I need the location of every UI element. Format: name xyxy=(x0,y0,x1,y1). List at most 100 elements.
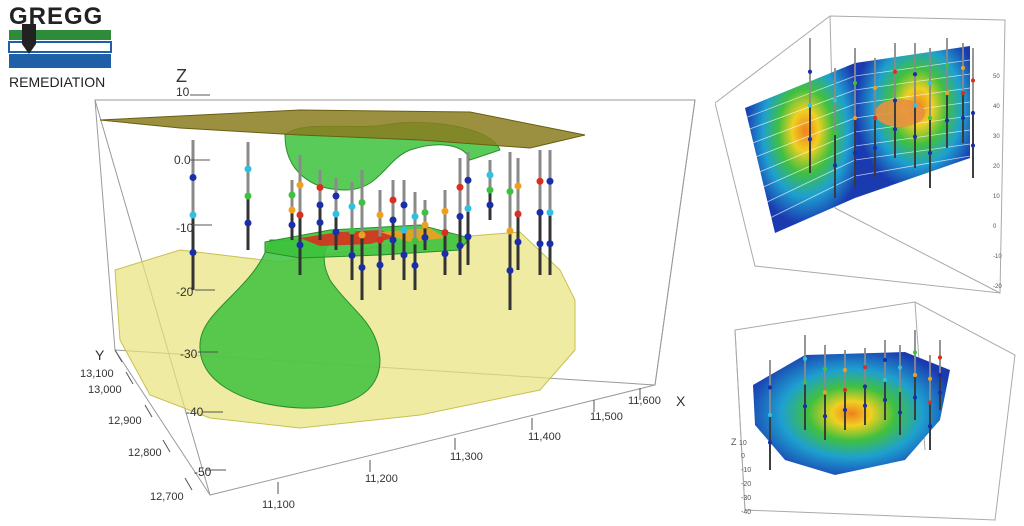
sample-point xyxy=(852,150,858,156)
sample-point xyxy=(927,150,933,156)
sample-point xyxy=(358,199,366,206)
sample-point xyxy=(486,201,494,209)
sample-point xyxy=(960,115,966,121)
sample-point xyxy=(872,115,878,121)
sample-point xyxy=(421,221,429,229)
sample-point xyxy=(842,367,848,373)
sample-point xyxy=(421,234,429,241)
sample-point xyxy=(506,267,514,274)
br-tick-5: -30 xyxy=(741,495,751,502)
sample-point xyxy=(514,210,522,218)
x-tick-5: 11,500 xyxy=(590,411,623,423)
sample-point xyxy=(400,226,408,234)
sample-point xyxy=(872,85,878,91)
sample-point xyxy=(332,210,340,218)
x-tick-6: 11,600 xyxy=(628,395,661,407)
sample-point xyxy=(852,80,858,86)
z-tick-1: 10 xyxy=(176,85,190,99)
sample-point xyxy=(944,90,950,96)
sample-point xyxy=(897,387,903,393)
sample-point xyxy=(456,213,464,220)
sample-point xyxy=(244,165,252,173)
sample-point xyxy=(348,252,356,259)
plan-surface-view: Z 10 0 -10 -20 -30 -40 xyxy=(731,301,1016,521)
sample-point xyxy=(832,163,838,168)
y-tick-4: 12,800 xyxy=(128,447,162,459)
x-tick-4: 11,400 xyxy=(528,431,561,443)
sample-point xyxy=(316,219,324,226)
sample-point xyxy=(189,211,197,219)
sample-point xyxy=(536,209,544,216)
sample-point xyxy=(389,196,397,204)
sample-point xyxy=(421,209,429,216)
sample-point xyxy=(937,390,943,395)
sample-point xyxy=(937,372,943,378)
sample-point xyxy=(912,395,918,400)
sample-point xyxy=(970,110,976,116)
sample-point xyxy=(832,98,838,103)
sample-point xyxy=(376,236,384,244)
tr-tick-2: -10 xyxy=(993,254,1002,260)
sample-point xyxy=(288,191,296,199)
z-tick-4: -20 xyxy=(176,285,194,299)
z-tick-6: -40 xyxy=(186,405,204,419)
z-tick-2: 0.0 xyxy=(174,153,191,167)
sample-point xyxy=(970,143,976,148)
sample-point xyxy=(912,134,918,139)
sample-point xyxy=(822,390,828,395)
x-tick-1: 11,100 xyxy=(262,499,295,511)
sample-point xyxy=(441,229,449,236)
sample-point xyxy=(546,209,554,216)
sample-point xyxy=(189,249,197,256)
sample-point xyxy=(456,183,464,191)
sample-point xyxy=(546,240,554,248)
tr-tick-8: 50 xyxy=(993,74,1000,80)
sample-point xyxy=(189,174,197,181)
br-tick-4: -20 xyxy=(741,481,751,488)
sample-point xyxy=(546,177,554,185)
sample-point xyxy=(862,403,868,408)
sample-point xyxy=(832,130,838,136)
sample-point xyxy=(852,115,858,121)
y-tick-2: 13,000 xyxy=(88,384,122,396)
tr-tick-3: 0 xyxy=(993,224,997,230)
y-axis-label: Y xyxy=(95,347,105,363)
sample-point xyxy=(842,387,848,393)
z-tick-7: -50 xyxy=(194,465,212,479)
sample-point xyxy=(944,118,950,123)
sample-point xyxy=(882,397,888,403)
sample-point xyxy=(332,228,340,236)
sample-point xyxy=(506,188,514,195)
sample-point xyxy=(296,211,304,219)
sample-point xyxy=(400,201,408,209)
sample-point xyxy=(897,410,903,415)
y-tick-5: 12,700 xyxy=(150,491,184,503)
br-tick-2: 0 xyxy=(741,453,745,460)
sample-point xyxy=(536,177,544,185)
sample-point xyxy=(376,261,384,269)
sample-point xyxy=(882,377,888,383)
sample-point xyxy=(767,440,773,445)
sample-point xyxy=(937,355,943,360)
sample-point xyxy=(514,182,522,190)
y-tick-1: 13,100 xyxy=(80,368,114,380)
sample-point xyxy=(767,385,773,390)
sample-point xyxy=(486,171,494,179)
sample-point xyxy=(960,90,966,96)
sample-point xyxy=(464,233,472,241)
sample-point xyxy=(897,365,903,370)
sample-point xyxy=(506,227,514,235)
sample-point xyxy=(944,63,950,68)
sample-point xyxy=(389,236,397,244)
sample-point xyxy=(872,145,878,151)
sample-point xyxy=(464,205,472,212)
sample-point xyxy=(244,219,252,227)
cross-section-view: -20 -10 0 10 20 30 40 50 xyxy=(715,15,1006,294)
sample-point xyxy=(348,203,356,210)
sample-point xyxy=(807,103,813,108)
tr-tick-7: 40 xyxy=(993,104,1000,110)
sample-point xyxy=(927,400,933,405)
sample-point xyxy=(927,115,933,121)
plan-contour-surface xyxy=(753,352,950,475)
sample-point xyxy=(332,192,340,200)
